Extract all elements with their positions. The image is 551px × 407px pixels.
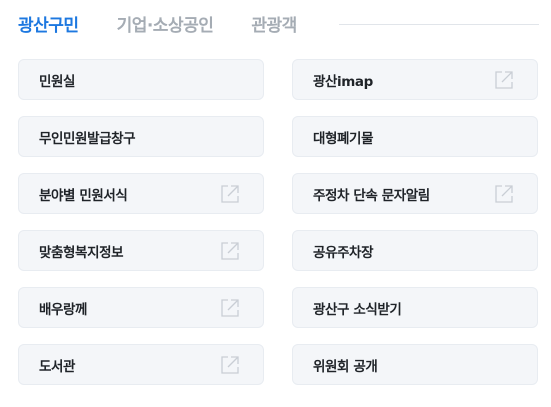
link-unmanned-kiosk[interactable]: 무인민원발급창구 xyxy=(18,116,264,157)
link-label: 공유주차장 xyxy=(313,244,374,261)
link-label: 광산imap xyxy=(313,73,373,90)
external-link-icon xyxy=(495,184,513,203)
link-imap[interactable]: 광산imap xyxy=(292,59,538,100)
link-civil-forms[interactable]: 분야별 민원서식 xyxy=(18,173,264,214)
link-label: 맞춤형복지정보 xyxy=(39,244,124,261)
tab-tourists[interactable]: 관광객 xyxy=(251,11,297,36)
link-committee[interactable]: 위원회 공개 xyxy=(292,344,538,385)
link-bulky-waste[interactable]: 대형폐기물 xyxy=(292,116,538,157)
link-library[interactable]: 도서관 xyxy=(18,344,264,385)
external-link-icon xyxy=(221,355,239,374)
link-label: 민원실 xyxy=(39,73,76,90)
link-label: 분야별 민원서식 xyxy=(39,187,128,204)
service-links-grid: 민원실 광산imap 무인민원발급창구 대형폐기물 분야별 민원서식 주정차 단… xyxy=(18,59,538,385)
link-label: 위원회 공개 xyxy=(313,358,378,375)
external-link-icon xyxy=(495,70,513,89)
external-link-icon xyxy=(221,184,239,203)
link-label: 무인민원발급창구 xyxy=(39,130,136,147)
tab-business[interactable]: 기업·소상공인 xyxy=(117,11,214,36)
link-label: 대형폐기물 xyxy=(313,130,374,147)
link-label: 주정차 단속 문자알림 xyxy=(313,187,430,204)
link-shared-parking[interactable]: 공유주차장 xyxy=(292,230,538,271)
link-learning[interactable]: 배우랑께 xyxy=(18,287,264,328)
link-label: 배우랑께 xyxy=(39,301,88,318)
link-label: 광산구 소식받기 xyxy=(313,301,402,318)
external-link-icon xyxy=(221,298,239,317)
tabs-divider xyxy=(338,23,539,25)
external-link-icon xyxy=(221,241,239,260)
service-tabs: 광산구민 기업·소상공인 관광객 xyxy=(18,8,539,38)
link-welfare-info[interactable]: 맞춤형복지정보 xyxy=(18,230,264,271)
link-parking-alert[interactable]: 주정차 단속 문자알림 xyxy=(292,173,538,214)
link-civil-office[interactable]: 민원실 xyxy=(18,59,264,100)
link-news-subscribe[interactable]: 광산구 소식받기 xyxy=(292,287,538,328)
tab-residents[interactable]: 광산구민 xyxy=(18,11,79,36)
link-label: 도서관 xyxy=(39,358,76,375)
